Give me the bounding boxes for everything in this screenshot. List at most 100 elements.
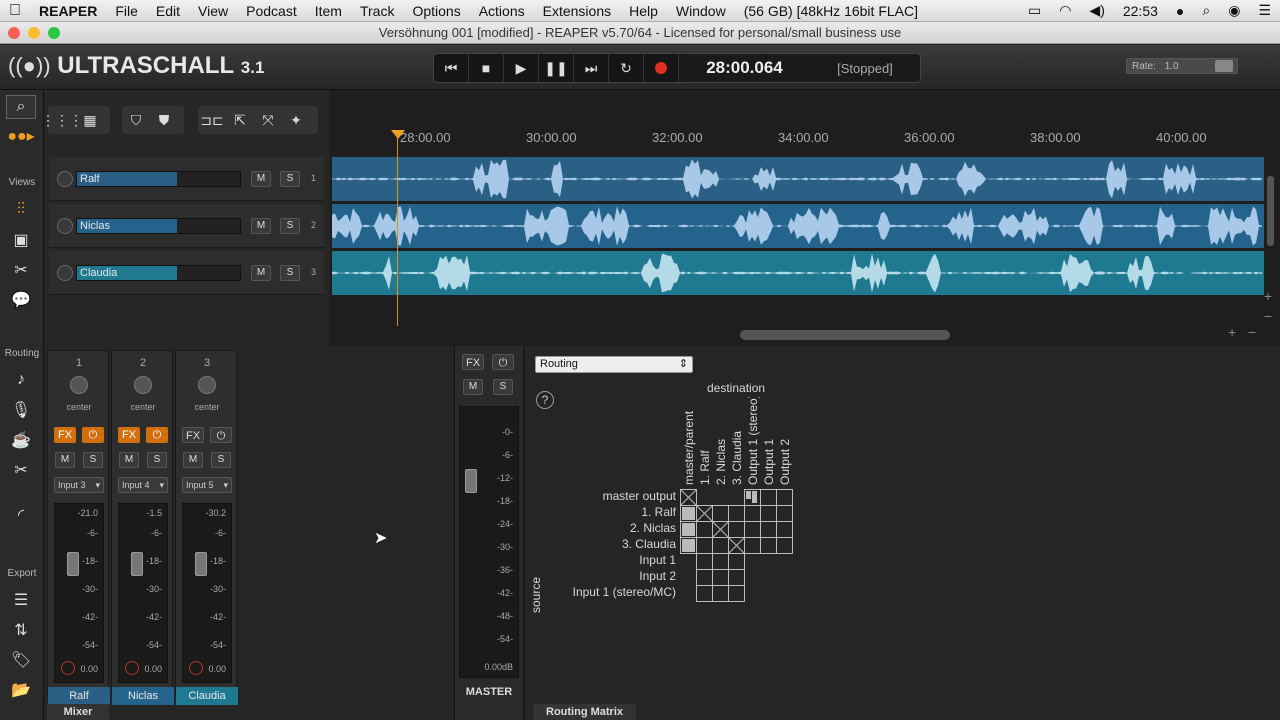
wifi-icon[interactable]: ◠	[1050, 2, 1080, 19]
routing-select[interactable]: Routing ⇕	[535, 356, 693, 373]
menu-podcast[interactable]: Podcast	[237, 3, 306, 19]
horizontal-scrollbar[interactable]	[740, 330, 950, 340]
volume-icon[interactable]: ◀)	[1080, 2, 1113, 19]
playhead-marker-icon[interactable]	[391, 130, 405, 139]
airplay-icon[interactable]: ▭	[1019, 2, 1050, 19]
zoom-search-icon[interactable]: ⌕	[6, 95, 36, 119]
menu-item[interactable]: Item	[306, 3, 351, 19]
routing-cut-icon[interactable]: ✂	[6, 458, 36, 482]
notification-icon[interactable]: ☰	[1249, 2, 1280, 19]
playrate-slider[interactable]: Rate: 1.0	[1126, 58, 1238, 74]
fx-button[interactable]: FX	[54, 427, 76, 443]
record-arm-button[interactable]	[57, 171, 73, 187]
zoom-window-button[interactable]	[48, 27, 60, 39]
app-menu[interactable]: REAPER	[30, 3, 106, 19]
rss-icon[interactable]: ◜	[6, 503, 36, 527]
hzoom-in-icon[interactable]: +	[1228, 324, 1236, 340]
record-arm-button[interactable]	[57, 265, 73, 281]
master-mute-button[interactable]: M	[463, 379, 483, 395]
volume-fader[interactable]	[195, 552, 207, 576]
go-to-end-button[interactable]: ⏭	[574, 54, 609, 82]
record-arm-button[interactable]	[57, 218, 73, 234]
clock[interactable]: 22:53	[1114, 3, 1167, 19]
view-tape-icon[interactable]: ▣	[6, 228, 36, 252]
mute-button[interactable]: M	[183, 452, 203, 468]
track-solo-button[interactable]: S	[280, 171, 300, 187]
input-select[interactable]: Input 4 ▾	[118, 477, 168, 493]
menu-file[interactable]: File	[106, 3, 147, 19]
menu-edit[interactable]: Edit	[147, 3, 189, 19]
pan-knob[interactable]	[70, 376, 88, 394]
spotlight-icon[interactable]: ⌕	[1193, 2, 1219, 19]
track-mute-button[interactable]: M	[251, 218, 271, 234]
export-render-icon[interactable]: ⇅	[6, 618, 36, 642]
rec-arm-icon[interactable]	[189, 661, 203, 675]
play-button[interactable]: ▶	[504, 54, 539, 82]
solo-button[interactable]: S	[83, 452, 103, 468]
master-volume-fader[interactable]	[465, 469, 477, 493]
export-list-icon[interactable]: ☰	[6, 588, 36, 612]
track-lane-claudia[interactable]	[332, 251, 1264, 295]
track-mute-button[interactable]: M	[251, 265, 271, 281]
arrange-view[interactable]: 28:00.00 30:00.00 32:00.00 34:00.00 36:0…	[330, 90, 1280, 346]
master-fx-button[interactable]: FX	[462, 354, 484, 370]
loop-button[interactable]: ↻	[609, 54, 644, 82]
record-button[interactable]	[644, 54, 679, 82]
timeline-ruler[interactable]: 28:00.00 30:00.00 32:00.00 34:00.00 36:0…	[330, 120, 1270, 156]
fx-bypass-icon[interactable]: ⏻	[82, 427, 104, 443]
track-row[interactable]: Ralf M S 1	[49, 157, 324, 201]
export-tag-icon[interactable]: 🏷	[6, 648, 36, 672]
track-lane-niclas[interactable]	[332, 204, 1264, 248]
input-select[interactable]: Input 5 ▾	[182, 477, 232, 493]
go-to-start-button[interactable]: ⏮	[434, 54, 469, 82]
track-mute-button[interactable]: M	[251, 171, 271, 187]
track-row[interactable]: Niclas M S 2	[49, 204, 324, 248]
track-solo-button[interactable]: S	[280, 265, 300, 281]
view-story-icon[interactable]: 💬	[6, 288, 36, 312]
close-window-button[interactable]	[8, 27, 20, 39]
fx-button[interactable]: FX	[182, 427, 204, 443]
menu-options[interactable]: Options	[403, 3, 469, 19]
fx-bypass-icon[interactable]: ⏻	[146, 427, 168, 443]
vertical-scrollbar[interactable]	[1267, 176, 1274, 246]
menu-extensions[interactable]: Extensions	[534, 3, 620, 19]
menu-actions[interactable]: Actions	[470, 3, 534, 19]
rec-arm-icon[interactable]	[61, 661, 75, 675]
mute-button[interactable]: M	[55, 452, 75, 468]
track-row[interactable]: Claudia M S 3	[49, 251, 324, 295]
menu-view[interactable]: View	[189, 3, 237, 19]
trim-left-icon[interactable]: ⇱	[226, 106, 254, 134]
routing-mic-icon[interactable]: 🎙	[6, 398, 36, 422]
marker-add-icon[interactable]: ⛉	[122, 106, 150, 134]
track-solo-button[interactable]: S	[280, 218, 300, 234]
help-button[interactable]: ?	[536, 391, 554, 409]
mute-button[interactable]: M	[119, 452, 139, 468]
track-name-field[interactable]: Claudia	[76, 265, 241, 281]
siri-icon[interactable]: ◉	[1219, 2, 1249, 19]
tab-mixer[interactable]: Mixer	[47, 704, 109, 720]
grid-small-icon[interactable]: ⋮⋮⋮	[41, 106, 83, 134]
zoom-in-icon[interactable]: +	[1264, 288, 1272, 304]
pause-button[interactable]: ❚❚	[539, 54, 574, 82]
input-select[interactable]: Input 3 ▾	[54, 477, 104, 493]
routing-cup-icon[interactable]: ☕	[6, 428, 36, 452]
user-icon[interactable]: ●	[1167, 3, 1193, 19]
export-folder-icon[interactable]: 📂	[6, 678, 36, 702]
menu-help[interactable]: Help	[620, 3, 667, 19]
zoom-out-icon[interactable]: −	[1264, 308, 1272, 324]
rate-handle[interactable]	[1215, 60, 1233, 72]
track-name-field[interactable]: Ralf	[76, 171, 241, 187]
routing-music-icon[interactable]: ♪	[6, 368, 36, 392]
tab-routing-matrix[interactable]: Routing Matrix	[533, 704, 636, 720]
track-name-field[interactable]: Niclas	[76, 218, 241, 234]
apple-menu-icon[interactable]: 	[0, 2, 30, 20]
track-lane-ralf[interactable]	[332, 157, 1264, 201]
master-solo-button[interactable]: S	[493, 379, 513, 395]
routing-grid[interactable]	[680, 489, 795, 604]
ripple-icon[interactable]: ✦	[282, 106, 310, 134]
pan-knob[interactable]	[134, 376, 152, 394]
grid-large-icon[interactable]: ▦	[76, 106, 104, 134]
rec-arm-icon[interactable]	[125, 661, 139, 675]
volume-fader[interactable]	[67, 552, 79, 576]
split-icon[interactable]: ⊐⊏	[198, 106, 226, 134]
